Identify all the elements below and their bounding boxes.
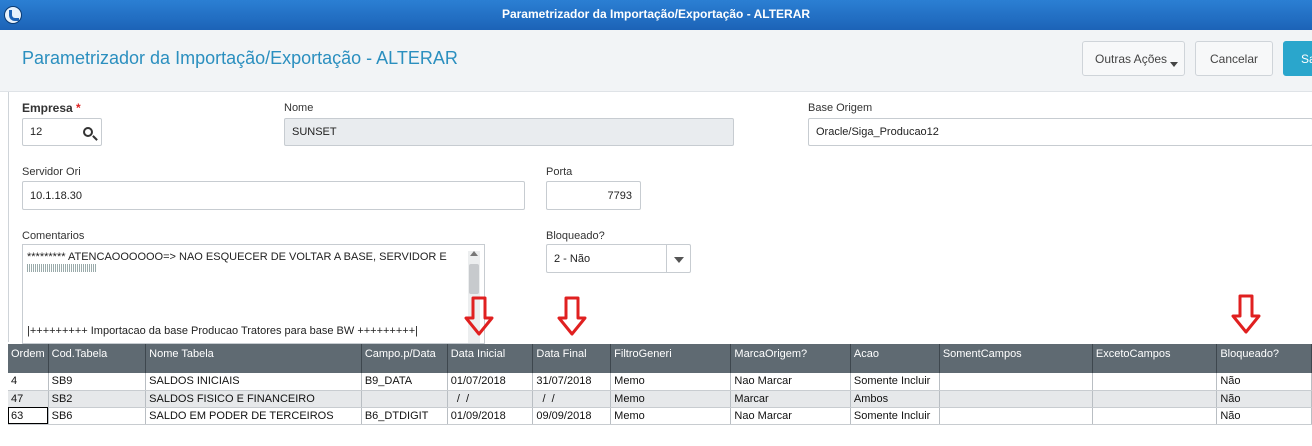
porta-label: Porta [546,166,573,178]
table-cell[interactable] [939,390,1093,408]
data-grid: Ordem Cod.Tabela Nome Tabela Campo.p/Dat… [8,344,1312,425]
table-cell[interactable]: SALDOS FISICO E FINANCEIRO [145,390,362,408]
table-cell[interactable]: SB9 [48,373,147,391]
column-header[interactable]: ExcetoCampos [1092,344,1218,373]
bloqueado-select[interactable]: 2 - Não [546,244,691,273]
window-title: Parametrizador da Importação/Exportação … [501,7,811,21]
table-cell[interactable]: Não [1216,390,1312,408]
base-origem-field[interactable]: Oracle/Siga_Producao12 [808,118,1312,146]
bloqueado-value: 2 - Não [554,252,591,265]
servidor-ori-value: 10.1.18.30 [30,189,82,202]
comentarios-line-3: |+++++++++ Importacao da base Producao T… [27,325,418,337]
servidor-ori-label: Servidor Ori [22,166,81,178]
nome-field[interactable]: SUNSET [284,118,734,146]
table-cell[interactable]: Marcar [730,390,851,408]
column-header[interactable]: Campo.p/Data [361,344,448,373]
table-cell[interactable]: B9_DATA [361,373,448,391]
page-title: Parametrizador da Importação/Exportação … [22,48,458,68]
column-header[interactable]: Bloqueado? [1216,344,1312,373]
comentarios-textarea[interactable]: ********* ATENCAOOOOOO=> NAO ESQUECER DE… [22,244,485,344]
cancel-label: Cancelar [1209,51,1259,66]
table-cell[interactable] [1092,373,1218,391]
table-cell[interactable]: / / [447,390,534,408]
table-cell[interactable]: Memo [610,390,732,408]
table-cell[interactable]: Somente Incluir [850,373,940,391]
table-cell[interactable] [1092,407,1218,425]
table-cell[interactable]: 01/07/2018 [447,373,534,391]
table-cell[interactable]: SB2 [48,390,147,408]
table-cell[interactable]: 01/09/2018 [447,407,534,425]
outras-acoes-label: Outras Ações [1095,51,1168,66]
table-row[interactable]: 47 SB2 SALDOS FISICO E FINANCEIRO / / / … [8,390,1312,408]
comentarios-line-2 [27,264,97,272]
column-header[interactable]: SomentCampos [939,344,1093,373]
arrow-down-icon [1231,294,1261,334]
table-cell[interactable]: SB6 [48,407,147,425]
empresa-value: 12 [30,126,43,138]
table-cell[interactable]: 47 [8,390,49,408]
column-header[interactable]: Cod.Tabela [48,344,147,373]
scrollbar-thumb[interactable] [469,264,479,294]
column-header[interactable]: MarcaOrigem? [730,344,851,373]
table-cell[interactable] [939,373,1093,391]
base-origem-label: Base Origem [808,102,873,114]
table-cell[interactable] [939,407,1093,425]
servidor-ori-field[interactable]: 10.1.18.30 [22,181,525,210]
table-cell[interactable]: / / [532,390,612,408]
table-cell[interactable]: Ambos [850,390,940,408]
nome-label: Nome [284,102,314,114]
grid-header-row: Ordem Cod.Tabela Nome Tabela Campo.p/Dat… [8,344,1312,373]
table-cell[interactable] [361,390,448,408]
column-header[interactable]: Acao [850,344,940,373]
save-button[interactable]: Sa [1283,41,1312,76]
table-cell[interactable]: 4 [8,373,49,391]
scroll-up-icon[interactable] [470,251,478,256]
table-row[interactable]: 63 SB6 SALDO EM PODER DE TERCEIROS B6_DT… [8,407,1312,425]
table-cell[interactable]: Não [1216,407,1312,425]
arrow-down-icon [464,296,494,336]
outras-acoes-button[interactable]: Outras Ações [1082,41,1185,76]
arrow-down-icon [557,296,587,336]
table-cell[interactable]: Memo [610,373,732,391]
window-title-bar: Parametrizador da Importação/Exportação … [0,0,1312,30]
grid-table: Ordem Cod.Tabela Nome Tabela Campo.p/Dat… [8,344,1312,425]
column-header[interactable]: Ordem [8,344,49,373]
column-header[interactable]: Nome Tabela [145,344,362,373]
empresa-field[interactable]: 12 [22,118,102,146]
form-panel: Empresa * 12 Nome SUNSET Base Origem Ora… [8,92,1312,344]
cancel-button[interactable]: Cancelar [1195,41,1273,76]
table-cell[interactable]: Somente Incluir [850,407,940,425]
chevron-down-icon[interactable] [666,245,690,272]
table-cell[interactable]: SALDO EM PODER DE TERCEIROS [145,407,362,425]
table-cell[interactable]: SALDOS INICIAIS [145,373,362,391]
table-cell[interactable] [1092,390,1218,408]
chevron-down-icon [1170,62,1178,67]
column-header[interactable]: FiltroGeneri [610,344,732,373]
table-cell[interactable]: B6_DTDIGIT [361,407,448,425]
column-header[interactable]: Data Inicial [447,344,534,373]
table-cell[interactable]: Memo [610,407,732,425]
nome-value: SUNSET [292,126,337,138]
search-icon[interactable] [83,127,93,137]
table-cell[interactable]: 31/07/2018 [532,373,612,391]
empresa-label: Empresa * [22,101,81,115]
page-header: Parametrizador da Importação/Exportação … [0,30,1312,92]
comentarios-label: Comentarios [22,230,85,242]
table-cell[interactable]: 09/09/2018 [532,407,612,425]
table-cell[interactable]: Não [1216,373,1312,391]
base-origem-value: Oracle/Siga_Producao12 [816,126,939,138]
save-label: Sa [1301,51,1312,66]
table-cell[interactable]: 63 [8,407,49,425]
porta-value: 7793 [607,189,632,202]
table-cell[interactable]: Nao Marcar [730,373,851,391]
table-cell[interactable]: Nao Marcar [730,407,851,425]
bloqueado-label: Bloqueado? [546,230,605,242]
table-row[interactable]: 4 SB9 SALDOS INICIAIS B9_DATA 01/07/2018… [8,373,1312,391]
porta-field[interactable]: 7793 [546,181,641,210]
column-header[interactable]: Data Final [532,344,612,373]
